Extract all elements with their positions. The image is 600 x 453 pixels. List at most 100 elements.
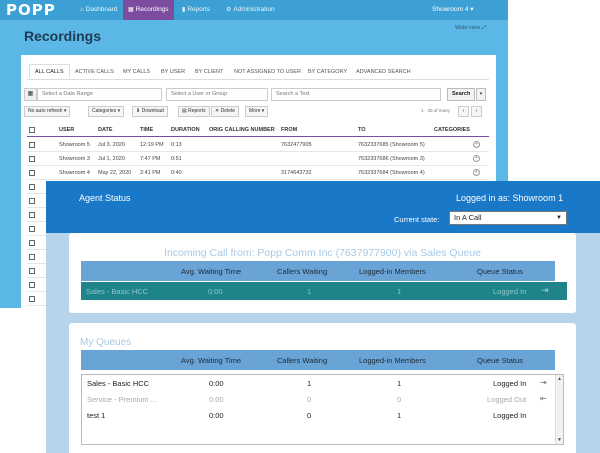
tab-by-user[interactable]: BY USER [161, 65, 185, 79]
reports-button[interactable]: ▤ Reports [178, 106, 210, 117]
nav-label: Administration [233, 6, 275, 13]
active-queue-row[interactable]: Sales - Basic HCC 0:00 1 1 Logged In ⇥ [81, 282, 567, 300]
queue-avg: 0:00 [209, 411, 224, 420]
col-date[interactable]: DATE [98, 127, 113, 133]
row-checkbox[interactable] [29, 268, 35, 274]
popp-logo[interactable]: POPP [6, 1, 56, 19]
prev-page-icon[interactable]: ‹ [458, 106, 469, 117]
auto-refresh-dropdown[interactable]: No auto refresh ▾ [24, 106, 71, 117]
my-queues-title: My Queues [80, 337, 132, 348]
incoming-call-title: Incoming Call from: Popp Comm Inc (76379… [164, 247, 481, 259]
col-user[interactable]: USER [59, 127, 74, 133]
row-user: Showroom 5 [59, 142, 90, 148]
tab-advanced-search[interactable]: ADVANCED SEARCH [356, 65, 411, 79]
tab-not-assigned[interactable]: NOT ASSIGNED TO USER [234, 65, 301, 79]
scroll-up-icon[interactable]: ▲ [557, 376, 562, 382]
table-row[interactable]: Showroom 5 Jul 3, 2020 12:19 PM 0:13 763… [27, 139, 489, 152]
wide-view-link[interactable]: Wide view ⤢ [455, 25, 486, 32]
scroll-down-icon[interactable]: ▼ [557, 437, 562, 443]
tab-active-calls[interactable]: ACTIVE CALLS [75, 65, 114, 79]
col-from[interactable]: FROM [281, 127, 297, 133]
next-page-icon[interactable]: › [471, 106, 482, 117]
row-checkbox[interactable] [29, 142, 35, 148]
col-callers-waiting: Callers Waiting [277, 267, 328, 276]
queue-name: test 1 [87, 411, 106, 420]
expand-icon[interactable]: + [473, 169, 480, 176]
queue-waiting: 1 [307, 379, 312, 388]
download-button[interactable]: ⬇ Download [132, 106, 168, 117]
col-duration[interactable]: DURATION [171, 127, 200, 133]
row-duration: 0:40 [171, 170, 182, 176]
page-title: Recordings [24, 28, 102, 44]
col-logged-in-members: Logged-in Members [359, 267, 426, 276]
tab-my-calls[interactable]: MY CALLS [123, 65, 150, 79]
gear-icon: ⚙ [226, 7, 232, 13]
table-row[interactable]: Showroom 3 Jul 1, 2020 7:47 PM 0:51 7632… [27, 153, 489, 166]
queue-list-scrollbar[interactable]: ▲ ▼ [555, 375, 563, 444]
date-range-input[interactable]: Select a Date Range [37, 88, 162, 101]
home-icon: ⌂ [80, 7, 84, 13]
queue-avg: 0:00 [209, 379, 224, 388]
incoming-call-card: Incoming Call from: Popp Comm Inc (76379… [69, 233, 576, 313]
queue-status: Logged In [493, 287, 527, 296]
calendar-icon[interactable]: ▦ [24, 88, 37, 101]
row-checkbox[interactable] [29, 198, 35, 204]
queue-name: Sales - Basic HCC [86, 287, 149, 296]
logout-icon[interactable]: ⇥ [541, 285, 549, 296]
row-checkbox[interactable] [29, 296, 35, 302]
current-state-select[interactable]: In A Call ▼ [449, 211, 567, 225]
col-orig-number[interactable]: ORIG CALLING NUMBER [209, 127, 275, 133]
search-text-input[interactable]: Search a Text [271, 88, 441, 101]
row-time: 7:47 PM [140, 156, 161, 162]
tab-by-client[interactable]: BY CLIENT [195, 65, 223, 79]
row-user: Showroom 3 [59, 156, 90, 162]
list-item[interactable]: test 1 0:00 0 1 Logged In [82, 407, 552, 423]
row-checkbox[interactable] [29, 240, 35, 246]
tab-by-category[interactable]: BY CATEGORY [308, 65, 347, 79]
tab-divider [27, 79, 489, 80]
queue-status: Logged In [493, 379, 527, 388]
row-checkbox[interactable] [29, 156, 35, 162]
nav-label: Recordings [135, 6, 169, 13]
user-menu[interactable]: Showroom 4 ▾ [432, 0, 474, 20]
nav-dashboard[interactable]: ⌂ Dashboard [80, 0, 117, 20]
tab-all-calls[interactable]: ALL CALLS [29, 64, 70, 78]
chevron-down-icon[interactable]: ▾ [476, 88, 486, 101]
my-queues-list[interactable]: Sales - Basic HCC 0:00 1 1 Logged In ⇥ S… [81, 374, 564, 445]
row-from: 3174643732 [281, 170, 312, 176]
queue-waiting: 1 [307, 287, 312, 296]
expand-icon[interactable]: + [473, 141, 480, 148]
delete-button[interactable]: ✕ Delete [211, 106, 240, 117]
more-dropdown[interactable]: More ▾ [245, 106, 269, 117]
user-group-select[interactable]: Select a User or Group [166, 88, 268, 101]
list-item[interactable]: Sales - Basic HCC 0:00 1 1 Logged In ⇥ [82, 375, 552, 391]
nav-recordings[interactable]: ▦ Recordings [123, 0, 174, 20]
row-checkbox[interactable] [29, 282, 35, 288]
col-logged-in-members: Logged-in Members [359, 356, 426, 365]
row-checkbox[interactable] [29, 254, 35, 260]
row-time: 2:41 PM [140, 170, 161, 176]
expand-icon[interactable]: + [473, 155, 480, 162]
col-time[interactable]: TIME [140, 127, 153, 133]
row-date: Jul 1, 2020 [98, 156, 125, 162]
search-button[interactable]: Search [447, 88, 476, 101]
row-user: Showroom 4 [59, 170, 90, 176]
row-checkbox[interactable] [29, 184, 35, 190]
row-checkbox[interactable] [29, 170, 35, 176]
agent-header: Agent Status Logged in as: Showroom 1 Cu… [46, 181, 600, 233]
logout-icon[interactable]: ⇥ [540, 378, 550, 387]
select-all-checkbox[interactable] [29, 127, 35, 133]
categories-dropdown[interactable]: Categories ▾ [88, 106, 125, 117]
col-to[interactable]: TO [358, 127, 366, 133]
row-checkbox[interactable] [29, 226, 35, 232]
col-categories[interactable]: CATEGORIES [434, 127, 470, 133]
queue-members: 1 [397, 287, 402, 296]
nav-reports[interactable]: ▮ Reports [182, 0, 210, 20]
login-icon[interactable]: ⇤ [540, 394, 550, 403]
table-row[interactable]: Showroom 4 May 22, 2020 2:41 PM 0:40 317… [27, 167, 489, 180]
nav-administration[interactable]: ⚙ Administration [226, 0, 275, 20]
list-item[interactable]: Service - Premium ... 0:00 0 0 Logged Ou… [82, 391, 552, 407]
row-to: 7632337684 (Showroom 4) [358, 170, 425, 176]
col-callers-waiting: Callers Waiting [277, 356, 328, 365]
row-checkbox[interactable] [29, 212, 35, 218]
